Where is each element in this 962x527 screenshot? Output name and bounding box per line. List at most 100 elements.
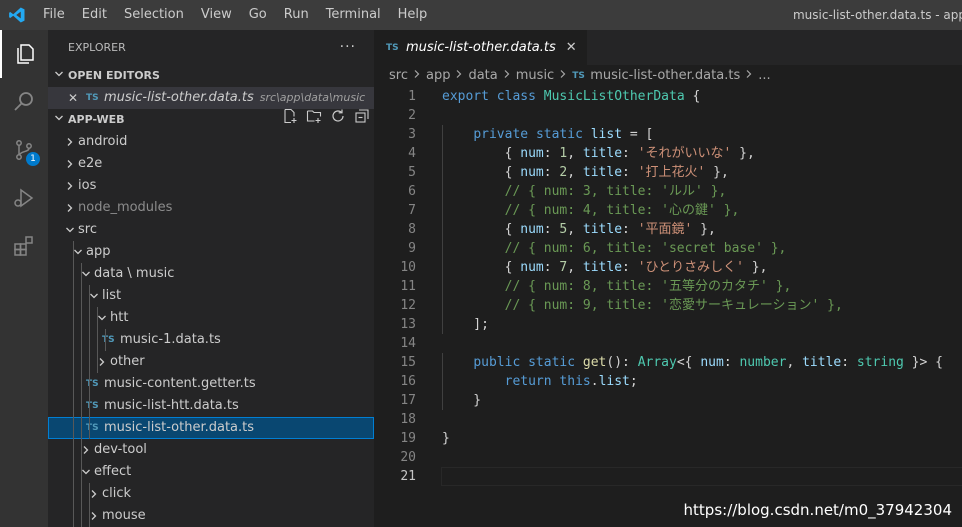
folder-item[interactable]: node_modules [48,197,374,219]
file-item[interactable]: TS music-list-other.data.ts [48,417,374,439]
code-text: public static get(): Array<{ num: number… [442,353,943,372]
tab-bar: TS music-list-other.data.ts ✕ [374,30,962,65]
line-number: 13 [400,317,416,332]
line-number: 16 [400,374,416,389]
folder-item[interactable]: android [48,131,374,153]
tree-item-label: dev-tool [94,442,147,457]
tree-item-label: mouse [102,508,146,523]
close-icon[interactable]: ✕ [68,87,86,109]
folder-item[interactable]: effect [48,461,374,483]
run-debug-icon[interactable] [0,174,48,222]
line-number: 9 [408,241,416,256]
folder-item[interactable]: dev-tool [48,439,374,461]
code-text: { num: 5, title: '平面鏡' }, [442,220,716,239]
breadcrumb-item[interactable]: music [516,65,554,87]
code-token: num [520,260,544,275]
file-item[interactable]: TS music-list-htt.data.ts [48,395,374,417]
indent-guide [89,483,90,505]
line-number: 12 [400,298,416,313]
line-number: 21 [400,469,416,484]
scm-badge: 1 [26,152,40,166]
menu-run[interactable]: Run [275,0,317,30]
breadcrumb-item[interactable]: src [389,65,408,87]
breadcrumb-item[interactable]: data [468,65,497,87]
breadcrumb-item[interactable]: music-list-other.data.ts [590,65,740,87]
breadcrumb: src app data music TS music-list-other.data.t… [374,65,962,87]
breadcrumb-item[interactable]: ... [758,65,770,87]
menu-go[interactable]: Go [240,0,275,30]
indent-guide [81,307,82,329]
more-actions-icon[interactable]: ··· [340,30,356,65]
indent-guide [81,483,82,505]
vscode-logo-icon[interactable] [0,0,34,30]
folder-item[interactable]: data \ music [48,263,374,285]
folder-item[interactable]: htt [48,307,374,329]
code-token: { [442,222,521,237]
code-token: this [559,374,591,389]
line-number: 3 [408,127,416,142]
code-line: 18 [374,410,962,429]
line-number: 7 [408,203,416,218]
code-line: 17 } [374,391,962,410]
menu-edit[interactable]: Edit [73,0,115,30]
extensions-icon[interactable] [0,222,48,270]
folder-item[interactable]: click [48,483,374,505]
open-editor-item[interactable]: ✕ TS music-list-other.data.ts src\app\da… [48,87,374,109]
chevron-right-icon [62,153,78,175]
indent-guide [89,285,90,307]
code-text: { num: 2, title: '打上花火' }, [442,163,729,182]
folder-item[interactable]: mouse [48,505,374,527]
folder-item[interactable]: src [48,219,374,241]
collapse-all-icon[interactable] [354,108,370,132]
indent-guide [81,285,82,307]
open-editors-header[interactable]: OPEN EDITORS [48,65,374,87]
folder-item[interactable]: e2e [48,153,374,175]
refresh-icon[interactable] [330,108,346,132]
code-editor[interactable]: 1 export class MusicListOtherData {2 3 pri… [374,87,962,486]
indent-guide [73,285,74,307]
file-item[interactable]: TS music-content.getter.ts [48,373,374,395]
chevron-right-icon [559,65,567,87]
breadcrumb-item[interactable]: app [426,65,450,87]
code-token: title [582,260,623,275]
menu-terminal[interactable]: Terminal [317,0,389,30]
code-line: 10 { num: 7, title: 'ひとりさみしく' }, [374,258,962,277]
new-folder-icon[interactable] [306,108,322,132]
indent-guide [81,505,82,527]
code-token: MusicListOtherData [543,89,685,104]
menu-selection[interactable]: Selection [115,0,192,30]
code-token: : [622,165,638,180]
tab-music-list-other[interactable]: TS music-list-other.data.ts ✕ [374,30,587,65]
workspace-header[interactable]: APP-WEB [48,108,374,132]
folder-item[interactable]: list [48,285,374,307]
code-token: , [567,146,583,161]
menu-file[interactable]: File [34,0,73,30]
line-number: 10 [400,260,416,275]
menu-help[interactable]: Help [389,0,436,30]
close-icon[interactable]: ✕ [566,40,577,55]
source-control-icon[interactable]: 1 [0,126,48,174]
code-token: }, [692,222,716,237]
code-line: 9 // { num: 6, title: 'secret base' }, [374,239,962,258]
code-text: } [442,429,450,448]
indent-guide [73,483,74,505]
explorer-title: EXPLORER ··· [48,30,374,65]
new-file-icon[interactable] [282,108,298,132]
file-item[interactable]: TS music-1.data.ts [48,329,374,351]
folder-item[interactable]: app [48,241,374,263]
search-icon[interactable] [0,78,48,126]
folder-item[interactable]: ios [48,175,374,197]
indent-guide [73,417,74,439]
workspace-label: APP-WEB [68,113,125,126]
chevron-right-icon [413,65,421,87]
code-token: { [442,260,521,275]
explorer-title-text: EXPLORER [68,41,126,54]
folder-item[interactable]: other [48,351,374,373]
menu-view[interactable]: View [192,0,240,30]
code-token: } [442,393,482,408]
line-number: 5 [408,165,416,180]
indent-guide [97,351,98,373]
explorer-icon[interactable] [0,30,48,78]
code-token: : [543,165,560,180]
